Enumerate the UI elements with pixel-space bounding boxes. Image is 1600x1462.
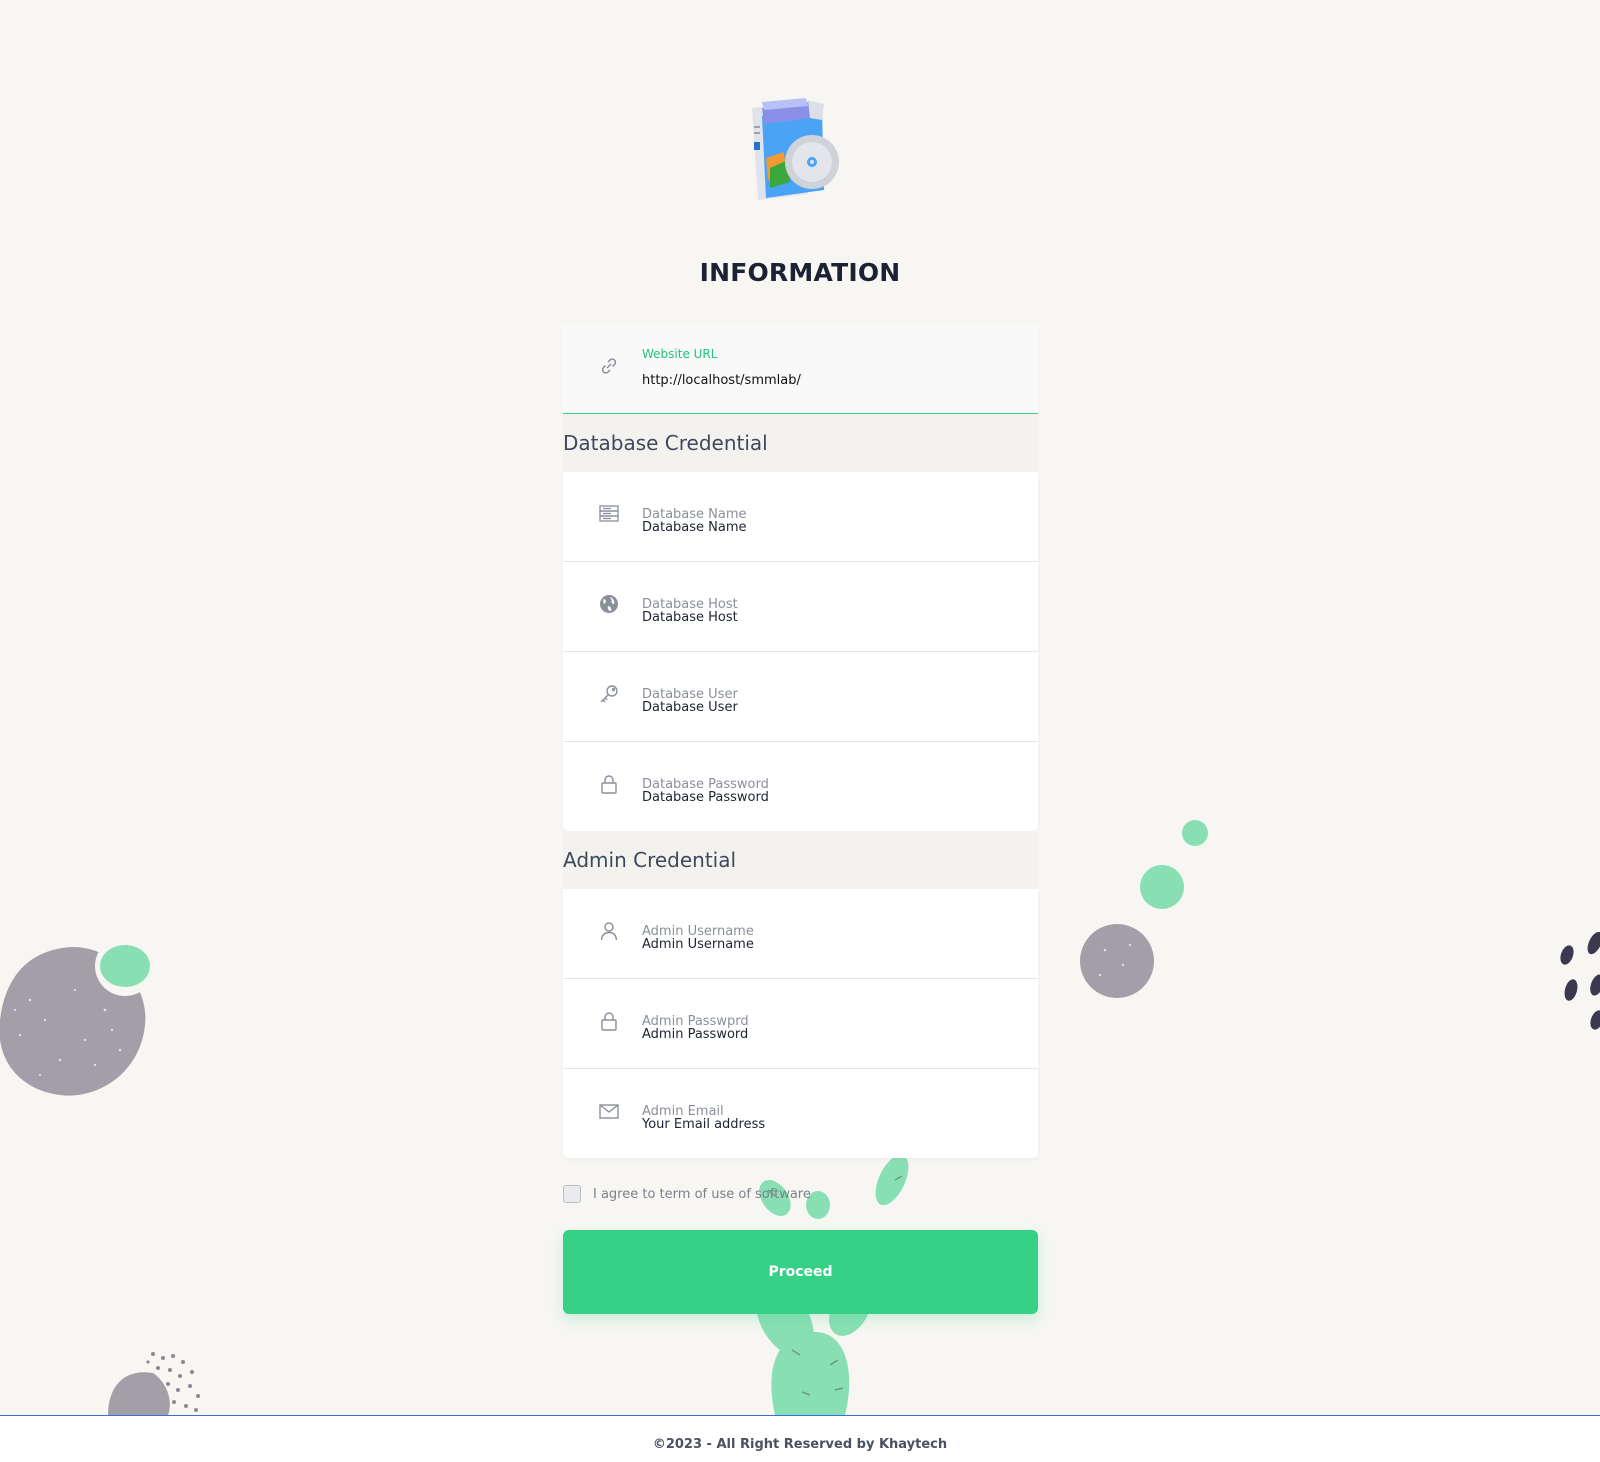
admin-username-field[interactable]: Admin Username [563,889,1038,979]
admin-username-input[interactable] [642,937,1002,952]
website-url-input[interactable] [642,373,1002,388]
database-name-field[interactable]: Database Name [563,472,1038,562]
decorative-dots-right-edge [1560,931,1600,1030]
key-icon [600,685,618,703]
page-title: INFORMATION [699,258,901,287]
decorative-rock-bottom-left [108,1352,200,1415]
database-section-heading: Database Credential [563,414,1038,472]
admin-password-field[interactable]: Admin Passwprd [563,979,1038,1069]
decorative-pebbles-right [1080,820,1208,998]
proceed-button[interactable]: Proceed [563,1230,1038,1314]
admin-email-input[interactable] [642,1117,1002,1132]
database-user-field[interactable]: Database User [563,652,1038,742]
envelope-icon [599,1104,619,1119]
software-box-logo [752,98,839,200]
admin-password-input[interactable] [642,1027,1002,1042]
terms-label[interactable]: I agree to term of use of software [593,1187,811,1202]
admin-section-heading: Admin Credential [563,831,1038,889]
link-icon [601,358,617,374]
database-host-field[interactable]: Database Host [563,562,1038,652]
database-fields-group: Database Name Database Host Database Use… [563,472,1038,831]
terms-checkbox[interactable] [563,1185,581,1203]
globe-icon [600,595,618,613]
website-url-label: Website URL [642,347,718,361]
decorative-rock-left [0,940,155,1096]
database-host-input[interactable] [642,610,1002,625]
database-password-input[interactable] [642,790,1002,805]
installation-form: Website URL Database Credential Database… [563,325,1038,1158]
database-name-input[interactable] [642,520,1002,535]
user-icon [600,922,618,941]
admin-fields-group: Admin Username Admin Passwprd Admin Emai… [563,889,1038,1158]
database-icon [599,505,619,522]
admin-email-field[interactable]: Admin Email [563,1069,1038,1158]
lock-icon [601,1012,617,1031]
lock-icon [601,775,617,794]
footer-copyright: ©2023 - All Right Reserved by Khaytech [652,1437,948,1452]
website-url-field[interactable]: Website URL [563,325,1038,414]
database-password-field[interactable]: Database Password [563,742,1038,831]
footer: ©2023 - All Right Reserved by Khaytech [0,1415,1600,1462]
database-user-input[interactable] [642,700,1002,715]
